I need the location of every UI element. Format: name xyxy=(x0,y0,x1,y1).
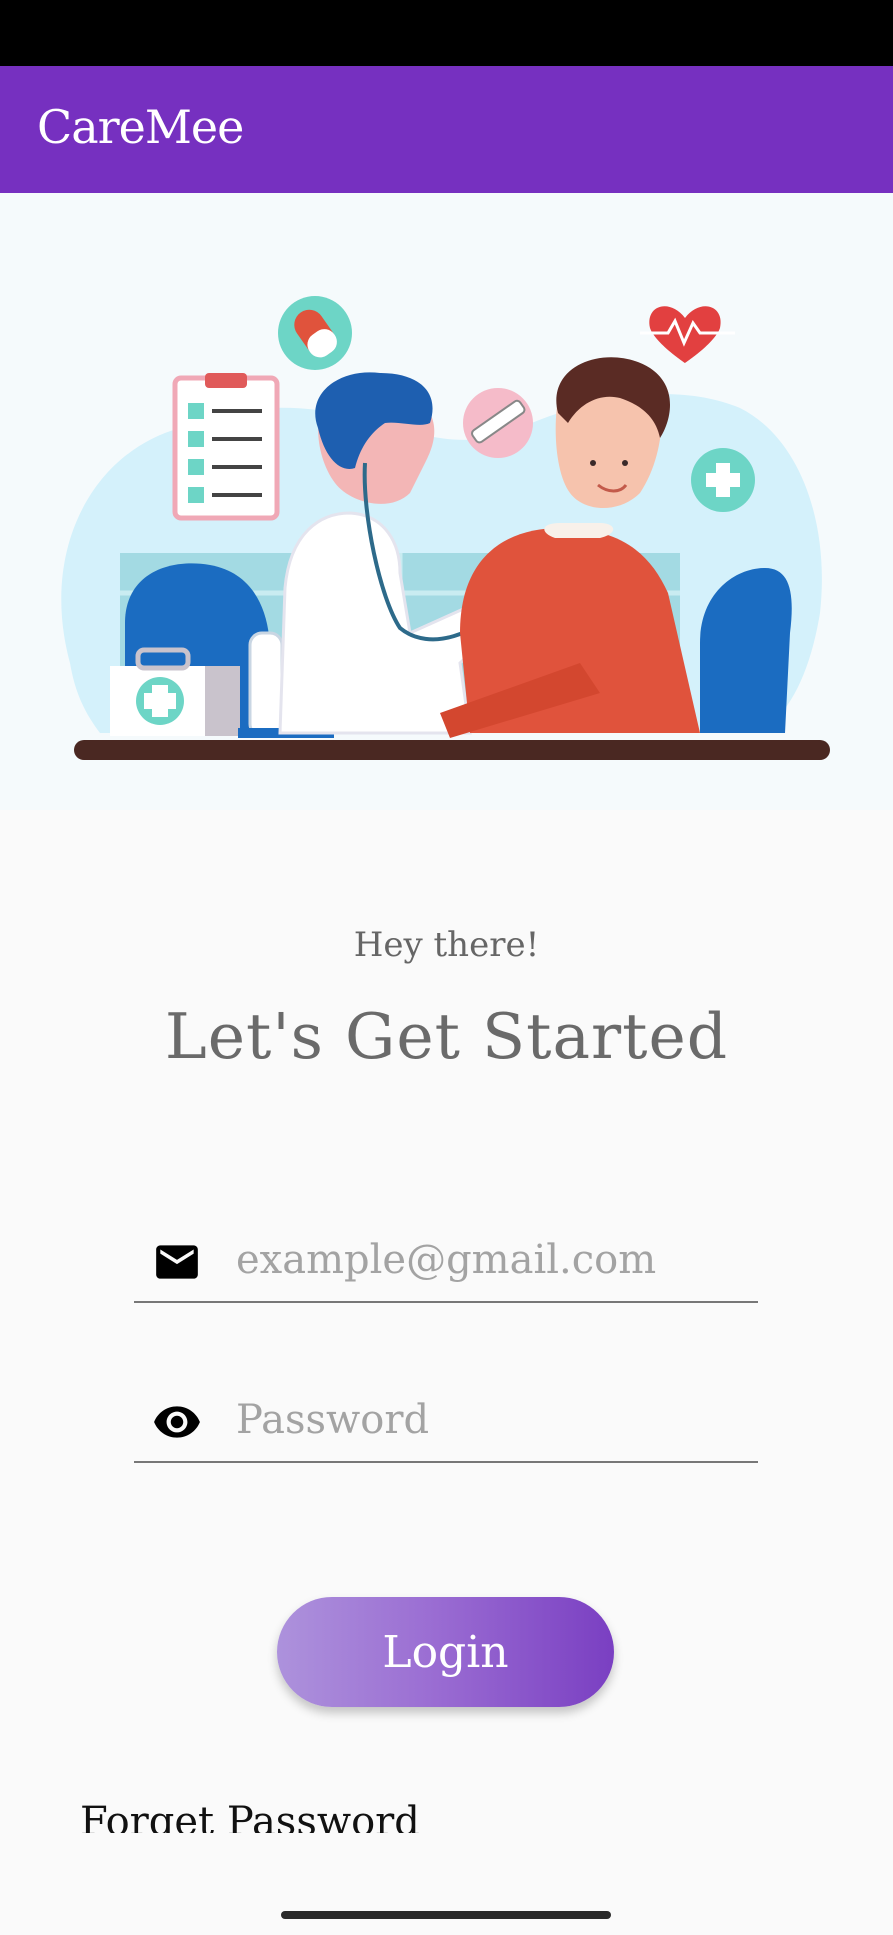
password-field[interactable] xyxy=(134,1373,758,1463)
app-bar: CareMee xyxy=(0,66,893,193)
forget-password-link[interactable]: Forget Password xyxy=(80,1793,420,1833)
password-input[interactable] xyxy=(236,1387,746,1453)
app-title: CareMee xyxy=(37,100,244,154)
login-button[interactable]: Login xyxy=(277,1597,614,1707)
status-bar xyxy=(0,0,893,66)
greeting-text: Hey there! xyxy=(353,925,540,965)
eye-icon[interactable] xyxy=(152,1397,202,1447)
gesture-nav-handle[interactable] xyxy=(281,1911,611,1919)
mail-icon xyxy=(156,1245,198,1279)
email-field[interactable] xyxy=(134,1213,758,1303)
headline: Let's Get Started xyxy=(164,1000,729,1073)
email-input[interactable] xyxy=(236,1227,746,1293)
hero-illustration xyxy=(0,193,893,810)
doctor-patient-illustration xyxy=(61,296,830,760)
